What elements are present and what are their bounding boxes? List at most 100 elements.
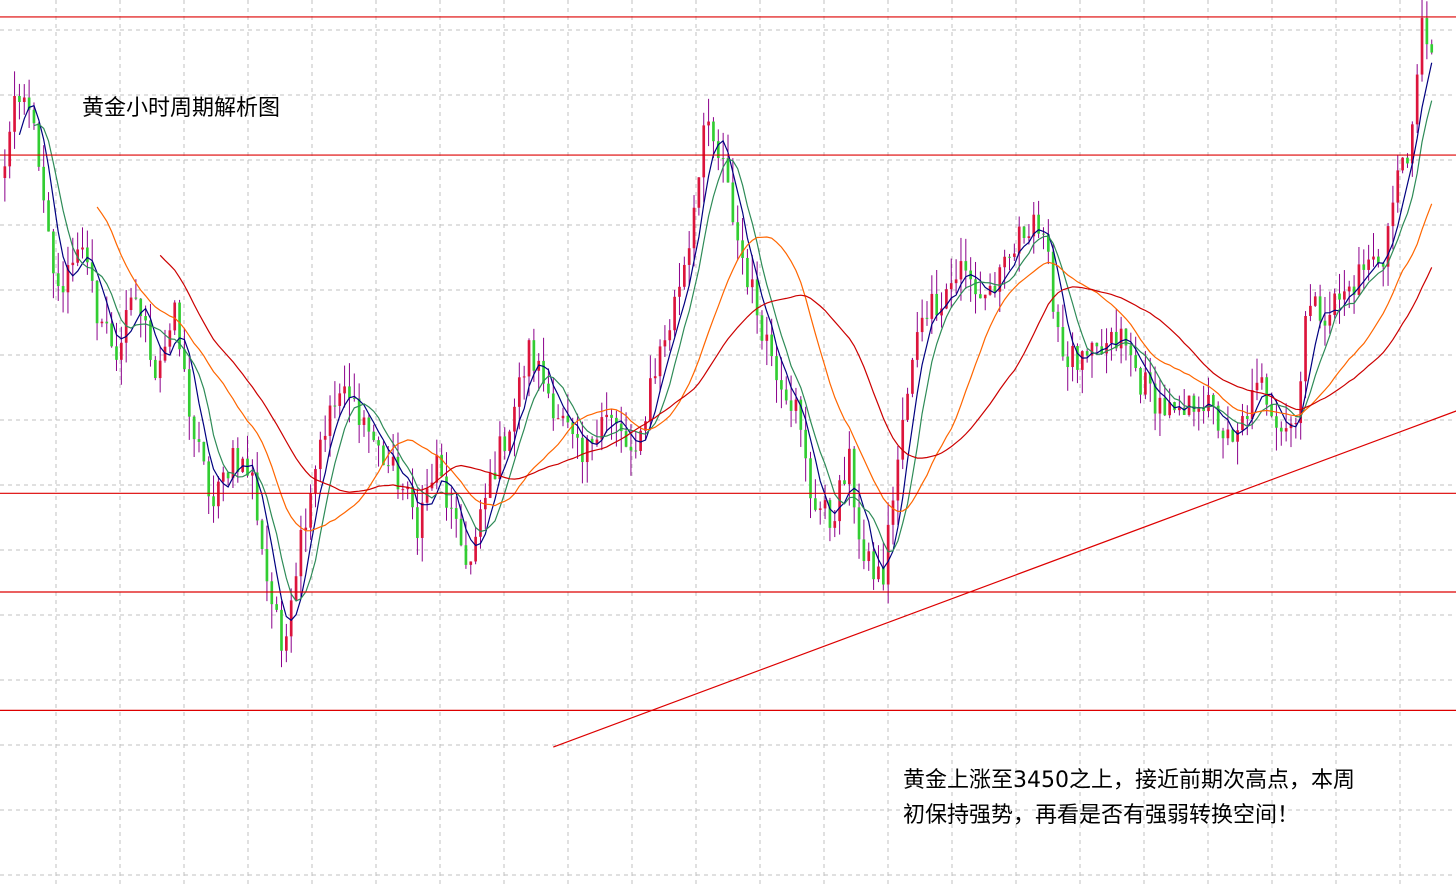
candle-up	[673, 296, 676, 331]
candle-up	[1017, 226, 1021, 254]
candle-down	[1430, 44, 1434, 53]
candle-up	[949, 283, 953, 290]
candle-up	[517, 377, 521, 407]
candle-down	[780, 380, 783, 390]
candle-up	[1003, 256, 1006, 268]
candle-down	[1362, 264, 1366, 270]
candle-down	[1042, 233, 1045, 235]
candle-down	[1129, 345, 1133, 356]
candle-up	[896, 459, 900, 501]
candle-down	[828, 500, 832, 528]
candle-up	[561, 415, 565, 419]
candle-down	[770, 334, 774, 357]
candle-down	[280, 609, 283, 651]
candle-up	[328, 405, 332, 436]
candle-down	[187, 369, 191, 417]
candle-up	[585, 438, 589, 463]
candle-up	[1158, 397, 1162, 414]
candle-up	[1415, 74, 1419, 125]
candle-up	[173, 302, 177, 331]
candle-up	[847, 448, 851, 485]
candle-up	[71, 262, 75, 266]
candle-up	[318, 439, 322, 470]
candle-up	[1333, 293, 1337, 315]
candle-down	[1066, 356, 1070, 368]
candle-down	[1245, 415, 1249, 419]
candle-down	[226, 472, 230, 479]
candle-down	[37, 123, 41, 167]
candle-up	[1328, 314, 1332, 326]
candle-up	[22, 97, 26, 102]
candle-up	[920, 317, 924, 333]
candle-down	[814, 498, 817, 510]
candle-down	[1051, 251, 1055, 312]
candle-down	[993, 285, 997, 292]
candle-up	[649, 378, 652, 422]
candle-up	[1236, 430, 1239, 442]
candle-down	[1338, 293, 1341, 300]
candle-up	[1187, 395, 1191, 415]
candle-down	[18, 95, 21, 102]
candle-up	[1367, 259, 1370, 270]
candle-up	[1357, 264, 1361, 295]
candle-down	[134, 297, 138, 299]
candle-down	[1318, 296, 1322, 321]
candle-up	[1080, 351, 1084, 370]
candle-down	[357, 398, 361, 425]
candle-up	[653, 376, 657, 379]
candle-up	[1396, 170, 1400, 203]
candle-up	[702, 125, 706, 178]
candle-up	[435, 454, 439, 483]
candle-up	[474, 536, 477, 562]
candle-down	[367, 417, 371, 432]
chart-title: 黄金小时周期解析图	[82, 96, 281, 121]
candle-down	[386, 465, 390, 467]
candle-down	[1134, 355, 1138, 368]
candle-down	[1265, 377, 1269, 405]
candle-down	[1221, 430, 1225, 439]
candle-down	[862, 539, 866, 562]
candle-up	[294, 576, 298, 601]
candle-down	[144, 316, 147, 321]
candle-up	[1119, 328, 1123, 349]
candle-down	[746, 257, 749, 288]
candle-up	[488, 472, 492, 498]
candle-down	[634, 450, 638, 452]
candle-up	[1420, 18, 1424, 75]
candle-up	[498, 436, 502, 480]
candle-up	[8, 131, 12, 167]
candle-down	[581, 437, 584, 463]
candle-up	[1313, 296, 1317, 306]
candle-down	[115, 346, 118, 360]
candle-up	[1071, 345, 1074, 368]
candle-up	[119, 342, 123, 360]
candle-down	[1406, 157, 1409, 164]
candle-down	[464, 545, 468, 565]
candle-down	[56, 273, 60, 287]
candle-up	[663, 340, 667, 347]
candle-down	[1231, 429, 1235, 442]
candle-up	[420, 502, 424, 538]
candle-up	[251, 472, 254, 476]
candle-up	[750, 279, 754, 288]
candle-down	[755, 279, 759, 316]
candle-up	[1013, 253, 1016, 257]
candle-up	[1260, 377, 1264, 383]
candle-up	[513, 406, 516, 432]
candle-up	[522, 376, 526, 378]
candle-up	[818, 508, 822, 510]
candle-down	[372, 431, 376, 441]
candle-down	[202, 441, 206, 462]
candle-down	[212, 496, 215, 507]
candle-down	[1323, 320, 1327, 326]
candle-up	[1372, 256, 1375, 260]
analysis-note: 黄金上涨至3450之上，接近前期次高点，本周 初保持强势，再看是否有强弱转换空间…	[903, 763, 1355, 833]
candle-down	[110, 323, 113, 347]
candle-down	[1192, 395, 1196, 412]
candle-down	[775, 356, 778, 381]
candle-up	[1391, 202, 1395, 227]
candle-up	[682, 264, 686, 287]
candle-up	[906, 393, 909, 420]
candle-down	[857, 507, 861, 540]
candle-down	[153, 359, 157, 379]
